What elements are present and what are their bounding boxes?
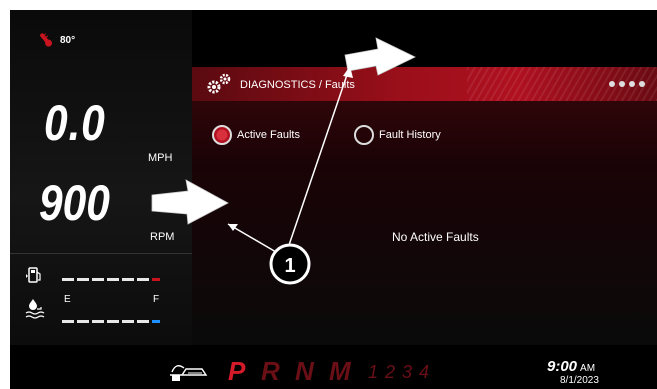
rpm-unit: RPM [150,231,175,243]
gauge-segment [62,320,74,323]
gauge-segment [152,278,160,281]
instrument-display: 80° 0.0 MPH 900 RPM E F DIAGNOSTICS / Fa… [10,10,657,389]
gauge-segment [137,320,149,323]
divider [10,253,192,254]
gauge-segment [92,320,104,323]
tab-fault-history[interactable]: Fault History [354,125,441,145]
thermometer-icon [40,33,53,47]
gauge-segment [92,278,104,281]
clock-date: 8/1/2023 [560,375,599,386]
gear-number[interactable]: 1 [368,362,378,383]
parking-brake-icon [170,365,208,381]
gauge-segment [62,278,74,281]
fuel-gauge [62,278,160,281]
page-indicator[interactable] [609,81,645,87]
gauge-segment [122,278,134,281]
coolant-level-icon [25,299,45,319]
page-dot[interactable] [629,81,635,87]
gear-number[interactable]: 3 [402,362,412,383]
panel-title: DIAGNOSTICS / Faults [240,79,355,91]
speed-unit: MPH [148,152,173,164]
gauge-full-label: F [153,294,160,305]
panel-header: DIAGNOSTICS / Faults [192,67,657,101]
gear-number[interactable]: 4 [419,362,429,383]
gear-r[interactable]: R [261,358,280,384]
speed-value: 0.0 [44,95,106,151]
rpm-value: 900 [39,175,110,231]
page-dot[interactable] [609,81,615,87]
gauge-segment [152,320,160,323]
gauge-segment [122,320,134,323]
time-value: 9:00 [547,358,578,375]
tab-active-faults[interactable]: Active Faults [212,125,300,145]
faults-message: No Active Faults [392,230,479,244]
page-dot[interactable] [619,81,625,87]
gear-p[interactable]: P [228,358,245,384]
tab-label: Active Faults [237,129,300,141]
temperature-indicator: 80° [36,32,75,48]
radio-unselected-icon[interactable] [354,125,374,145]
gauge-empty-label: E [64,294,71,305]
gauge-segment [107,320,119,323]
diagnostics-panel: DIAGNOSTICS / Faults Active Faults Fault… [192,67,657,345]
fuel-pump-icon [26,267,41,283]
tab-label: Fault History [379,129,441,141]
coolant-gauge [62,320,160,323]
gauge-segment [107,278,119,281]
time-ampm: AM [580,363,596,374]
gear-m[interactable]: M [329,358,351,384]
radio-selected-icon[interactable] [212,125,232,145]
gear-number[interactable]: 2 [385,362,395,383]
gauge-segment [77,278,89,281]
gears-icon[interactable] [204,71,234,97]
temperature-value: 80° [60,34,76,46]
gauge-segment [77,320,89,323]
clock-time: 9:00 AM [547,358,595,375]
gauge-segment [137,278,149,281]
page-dot[interactable] [639,81,645,87]
gear-n[interactable]: N [295,358,314,384]
